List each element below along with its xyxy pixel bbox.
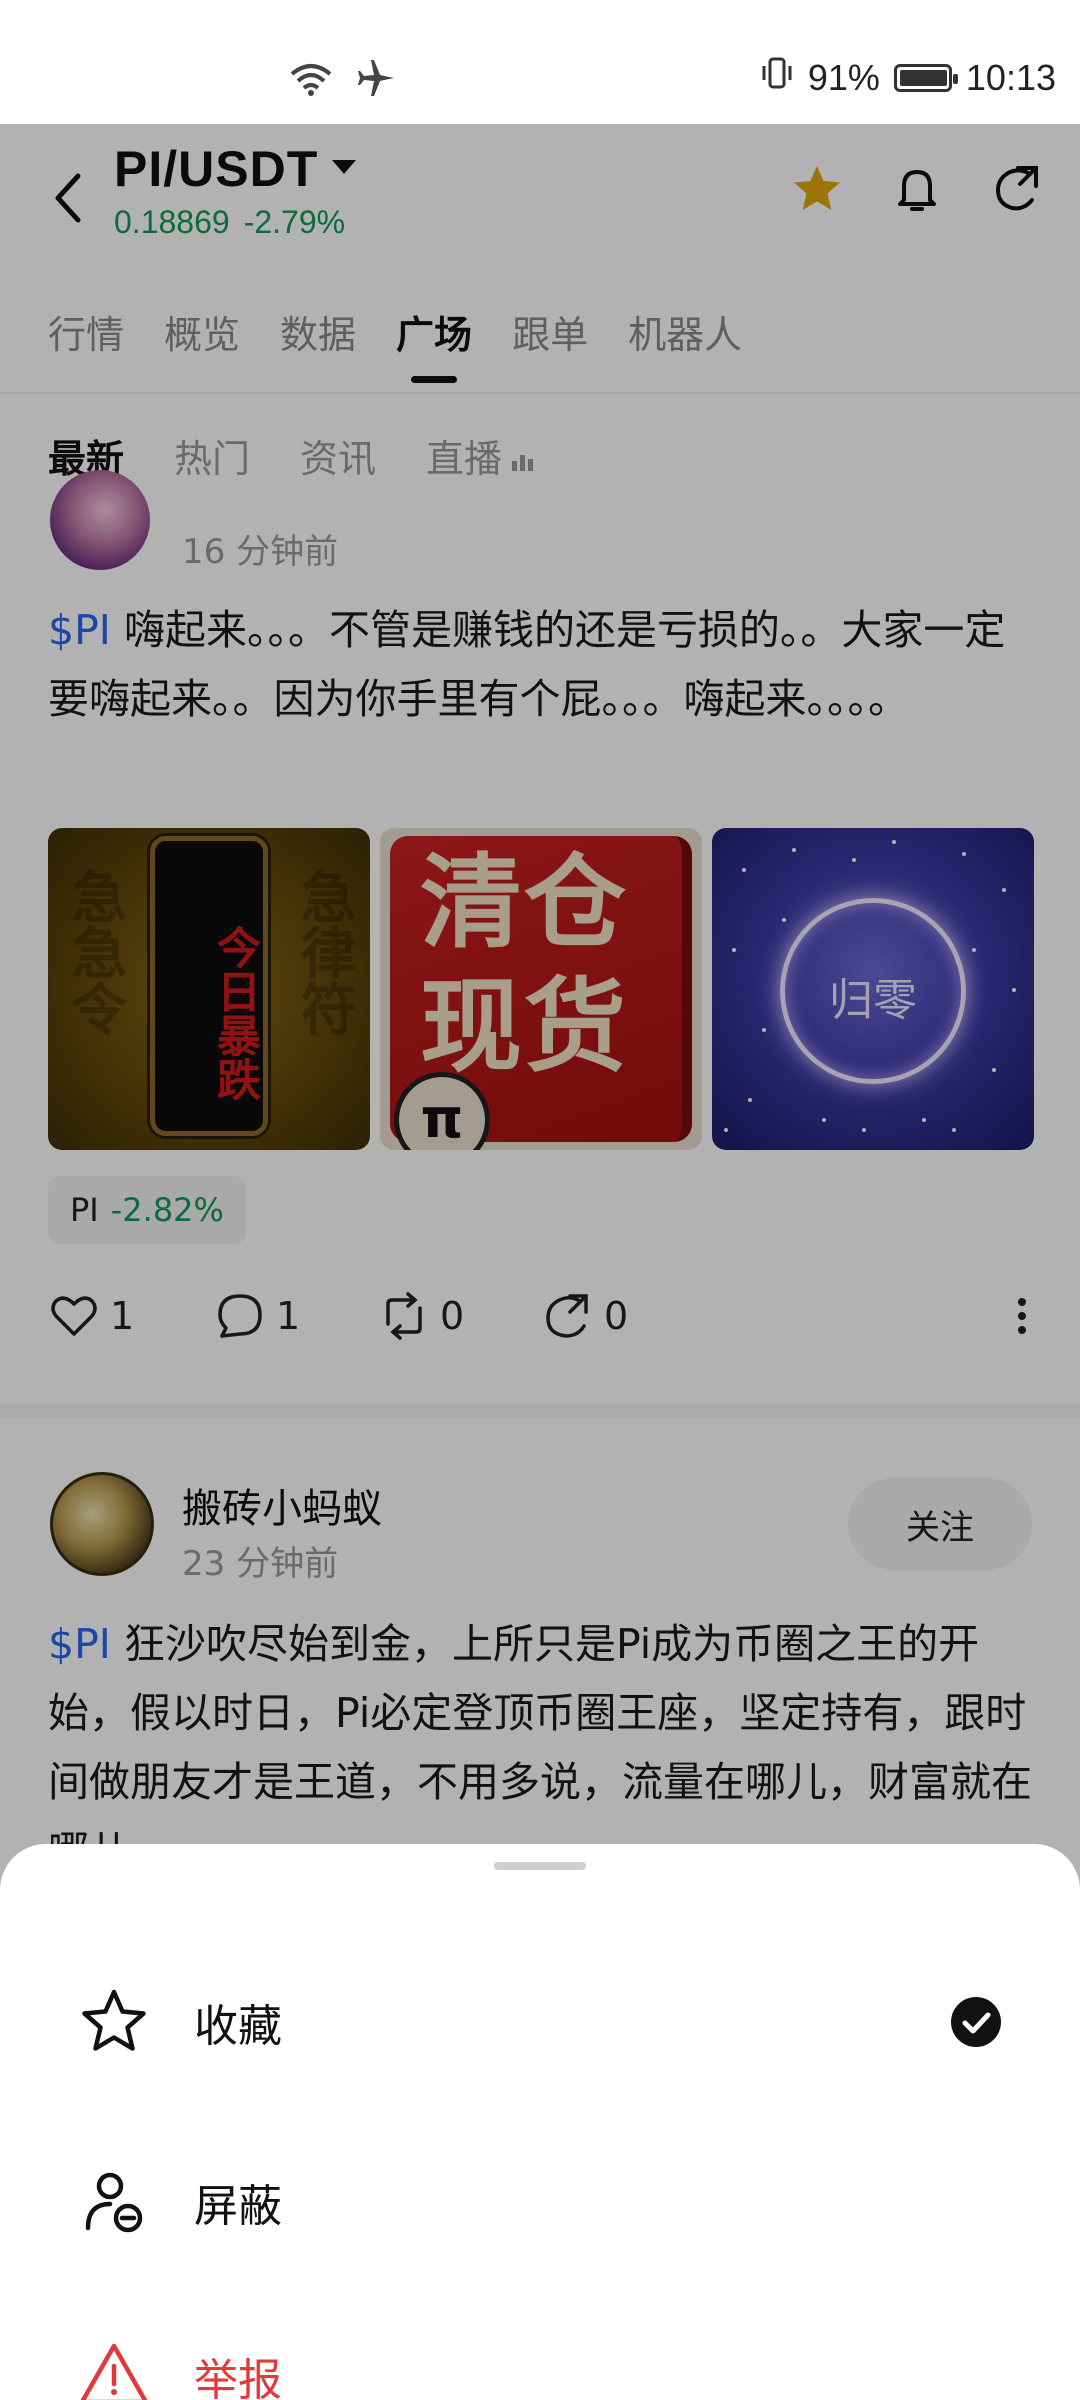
check-circle-icon [951,1997,1001,2047]
user-block-icon [85,2172,143,2233]
status-bar: 91% 10:13 [0,0,1080,124]
report-label: 举报 [194,2355,282,2400]
battery-fill [899,69,947,86]
collect-option[interactable]: 收藏 [78,1986,282,2058]
star-outline-icon [82,1989,146,2051]
action-sheet: 收藏 屏蔽 举报 [0,1844,1080,2400]
airplane-icon [356,58,396,102]
collect-label: 收藏 [194,2001,282,2052]
app-screen: 91% 10:13 PI/USDT 0.18869 -2.79% 行情 概览 数据… [0,0,1080,2400]
report-option[interactable]: 举报 [78,2340,282,2400]
warning-icon [80,2343,148,2400]
sheet-drag-handle[interactable] [494,1862,586,1870]
clock: 10:13 [965,56,1056,98]
wifi-icon [288,60,334,100]
block-label: 屏蔽 [194,2181,282,2232]
battery-icon [893,63,958,92]
block-option[interactable]: 屏蔽 [78,2166,282,2238]
vibrate-icon [760,56,794,99]
battery-percent: 91% [807,56,880,98]
